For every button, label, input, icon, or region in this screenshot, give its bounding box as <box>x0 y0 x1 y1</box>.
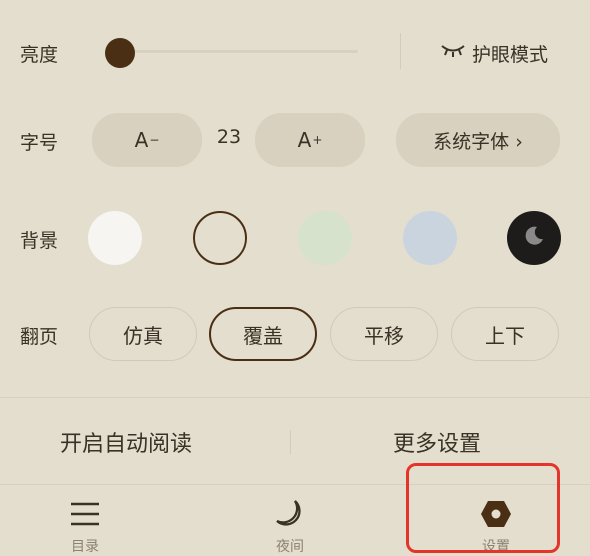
background-green-swatch[interactable] <box>298 211 352 265</box>
background-label: 背景 <box>20 230 59 252</box>
nav-toc-label: 目录 <box>71 539 99 555</box>
auto-read-button[interactable]: 开启自动阅读 <box>60 422 192 462</box>
nav-night-label: 夜间 <box>276 539 304 555</box>
divider <box>400 33 401 69</box>
divider <box>290 430 291 454</box>
font-increase-label: A <box>297 128 312 152</box>
nav-settings-label: 设置 <box>482 539 510 555</box>
brightness-label: 亮度 <box>20 44 59 66</box>
eye-care-label: 护眼模式 <box>472 43 549 66</box>
moon-icon <box>522 224 546 252</box>
more-settings-button[interactable]: 更多设置 <box>393 422 481 462</box>
background-blue-swatch[interactable] <box>403 211 457 265</box>
brightness-slider-thumb[interactable] <box>105 38 135 68</box>
menu-icon <box>69 494 101 534</box>
font-decrease-label: A <box>134 128 149 152</box>
page-turn-cover-button[interactable]: 覆盖 <box>209 307 317 361</box>
page-turn-simulation-button[interactable]: 仿真 <box>89 307 197 361</box>
nav-toc[interactable]: 目录 <box>25 494 145 556</box>
font-size-label: 字号 <box>20 132 59 154</box>
page-turn-vertical-button[interactable]: 上下 <box>451 307 559 361</box>
divider <box>0 484 590 485</box>
page-turn-slide-button[interactable]: 平移 <box>330 307 438 361</box>
background-white-swatch[interactable] <box>88 211 142 265</box>
eye-care-toggle[interactable]: 护眼模式 <box>440 38 548 68</box>
background-night-swatch[interactable] <box>507 211 561 265</box>
system-font-button[interactable]: 系统字体 › <box>396 113 560 167</box>
font-increase-button[interactable]: A + <box>255 113 365 167</box>
nav-settings[interactable]: 设置 <box>436 494 556 556</box>
font-decrease-sup: − <box>149 133 160 147</box>
font-increase-sup: + <box>312 133 323 147</box>
settings-icon <box>479 494 513 534</box>
page-turn-label: 翻页 <box>20 326 59 348</box>
font-size-value: 23 <box>216 126 242 148</box>
eye-closed-icon <box>440 42 466 64</box>
font-decrease-button[interactable]: A − <box>92 113 202 167</box>
divider <box>0 397 590 398</box>
brightness-slider-track[interactable] <box>118 50 358 53</box>
moon-icon <box>273 494 307 534</box>
nav-night[interactable]: 夜间 <box>230 494 350 556</box>
background-beige-swatch[interactable] <box>193 211 247 265</box>
